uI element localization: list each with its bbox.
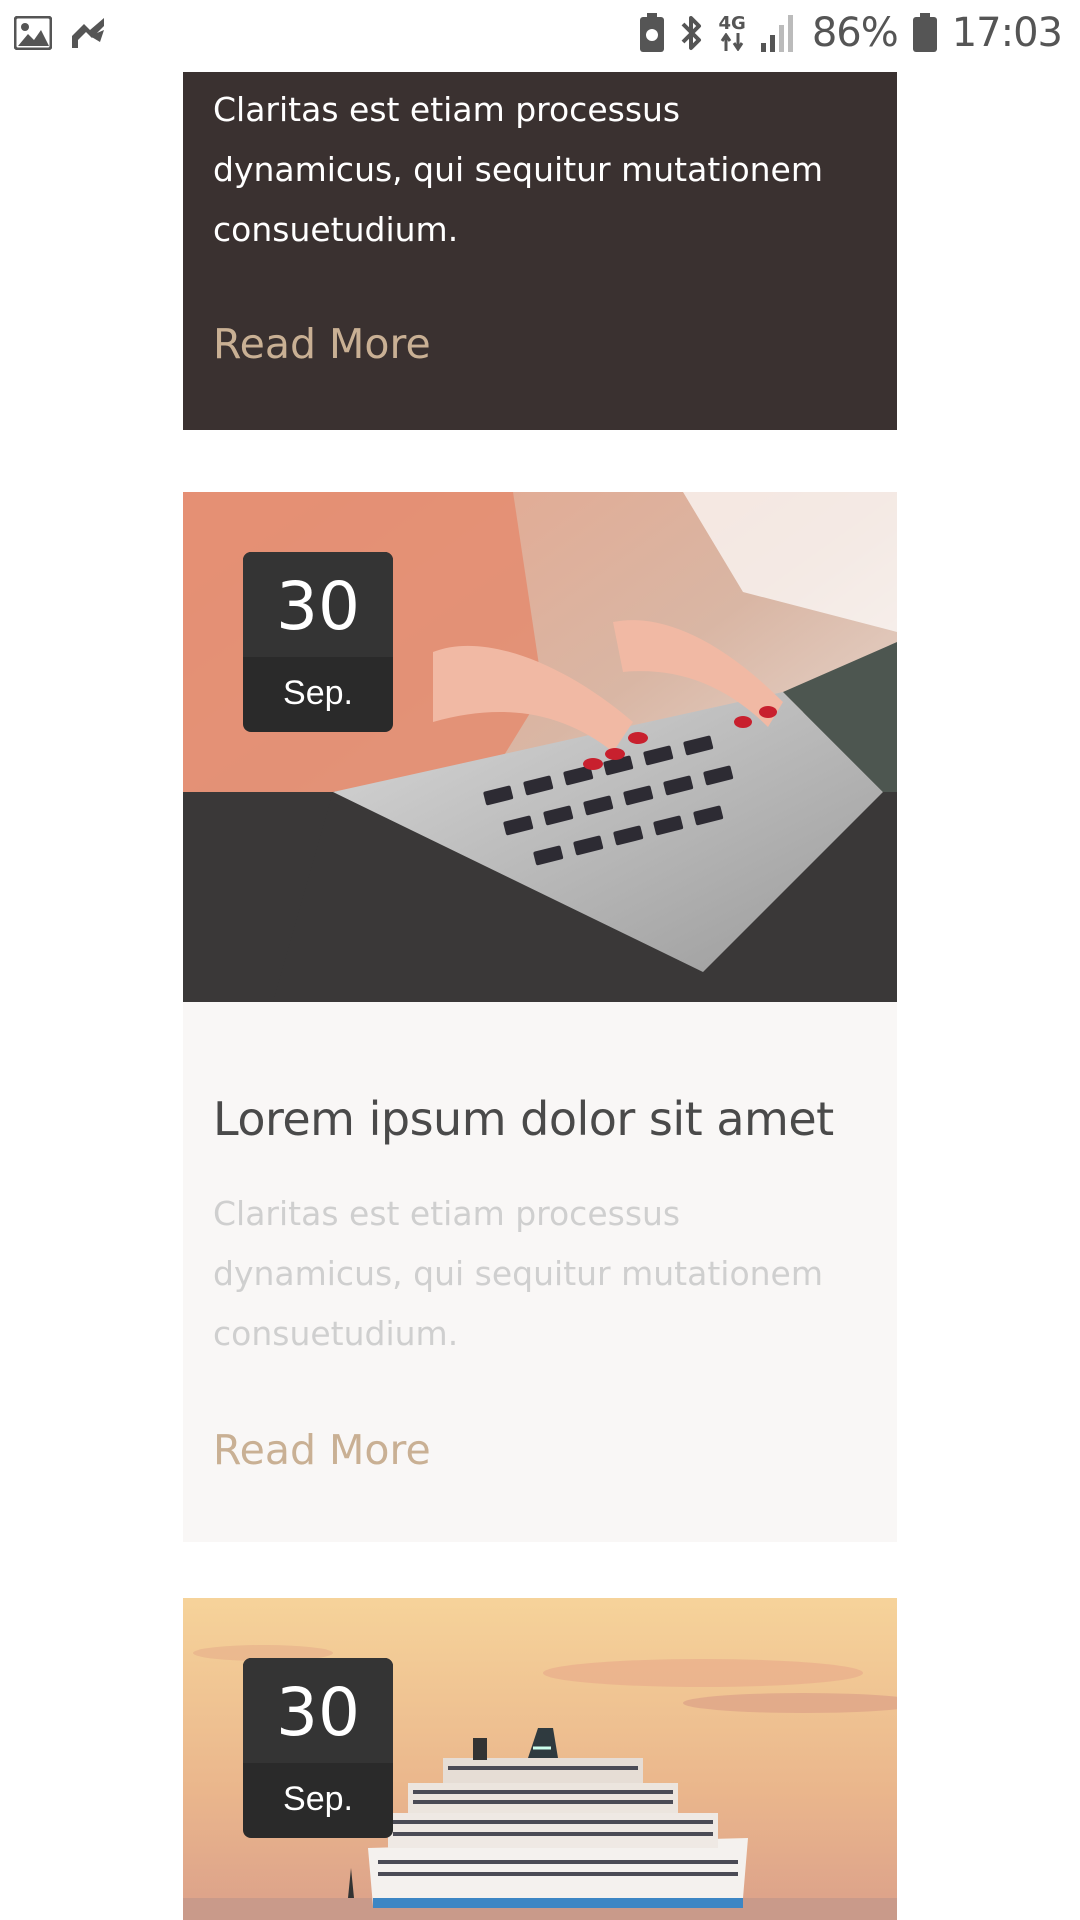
image-icon [14, 16, 52, 50]
bluetooth-icon [679, 13, 705, 53]
post-image[interactable]: 30 Sep. [183, 1598, 897, 1920]
app-icon [70, 16, 106, 50]
post-excerpt: Claritas est etiam processus dynamicus, … [213, 1194, 824, 1353]
post-card: Claritas est etiam processus dynamicus, … [183, 72, 897, 430]
battery-percent: 86% [811, 10, 899, 56]
data-arrows-icon: 4G [719, 15, 746, 51]
post-excerpt: Claritas est etiam processus dynamicus, … [213, 90, 824, 249]
clock: 17:03 [951, 10, 1063, 56]
date-month: Sep. [283, 1780, 353, 1818]
date-day: 30 [243, 552, 393, 657]
read-more-link[interactable]: Read More [213, 320, 431, 368]
post-title[interactable]: Lorem ipsum dolor sit amet [213, 1092, 834, 1146]
signal-icon [760, 13, 798, 53]
battery-saver-icon [639, 13, 665, 53]
read-more-link[interactable]: Read More [213, 1426, 431, 1474]
post-image[interactable]: 30 Sep. [183, 492, 897, 1002]
battery-icon [912, 13, 938, 53]
date-day: 30 [243, 1658, 393, 1763]
post-card: Lorem ipsum dolor sit amet Claritas est … [183, 1002, 897, 1542]
date-badge: 30 Sep. [243, 552, 393, 732]
date-month: Sep. [283, 674, 353, 712]
date-badge: 30 Sep. [243, 1658, 393, 1838]
network-type-label: 4G [718, 13, 746, 34]
status-bar: 4G 86% 17:03 [0, 0, 1080, 72]
